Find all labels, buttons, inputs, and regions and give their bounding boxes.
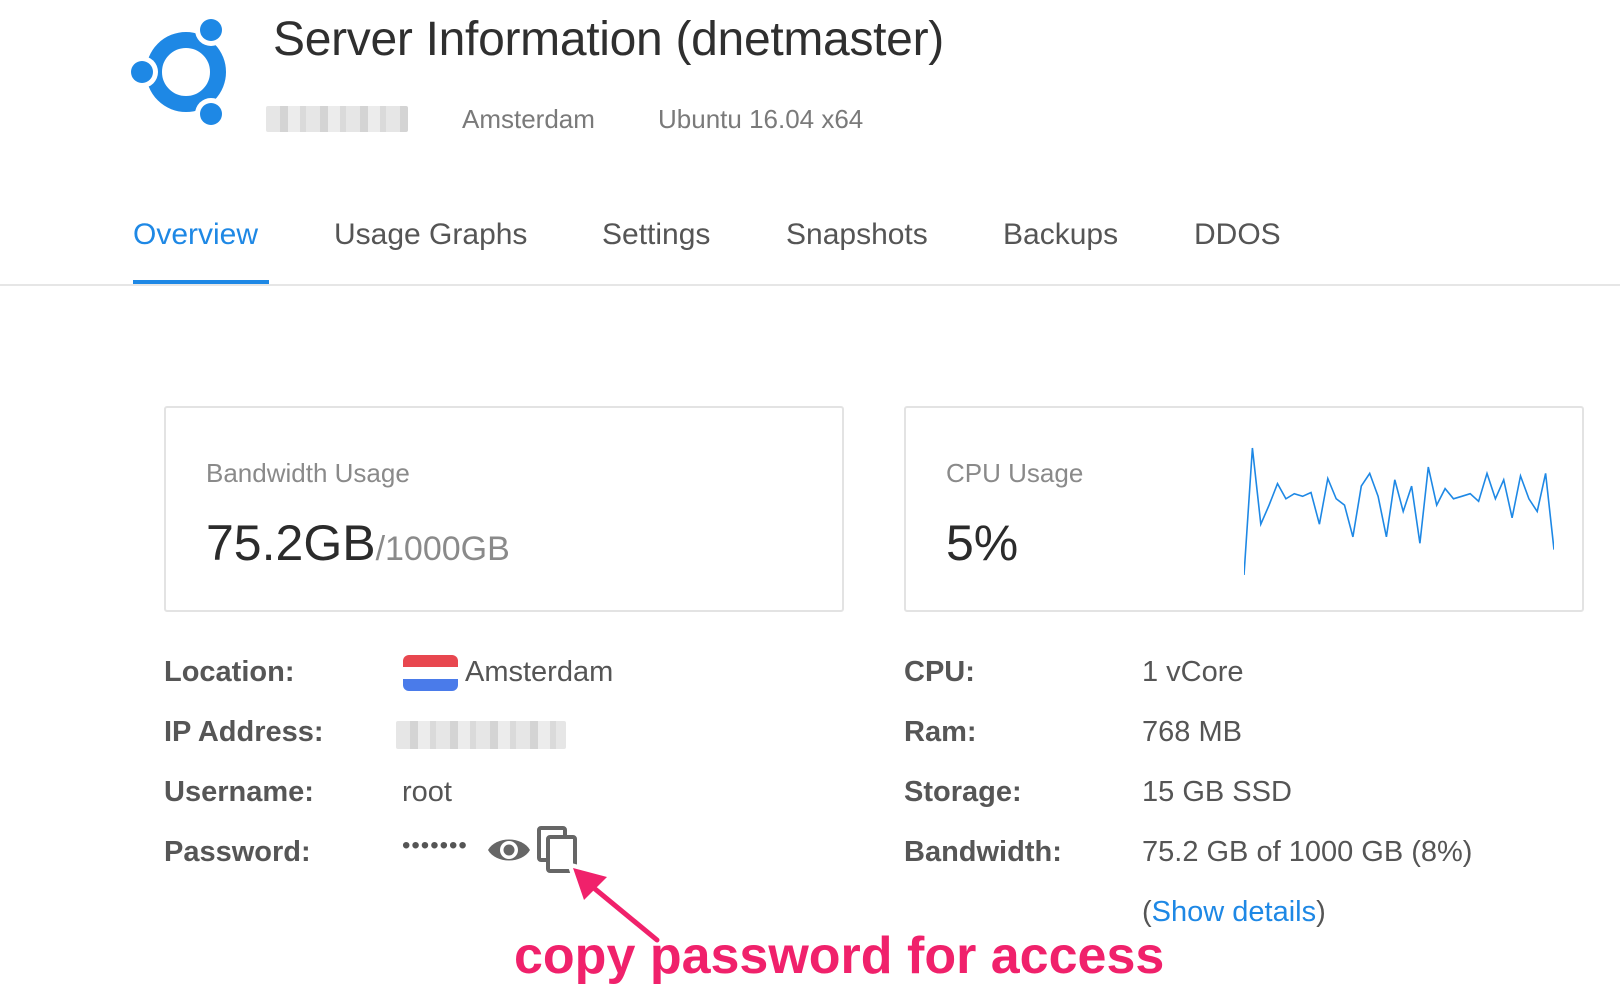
cpu-value: 1 vCore <box>1142 656 1244 688</box>
bandwidth-used: 75.2GB <box>206 515 376 571</box>
cpu-label: CPU: <box>904 656 975 688</box>
server-os: Ubuntu 16.04 x64 <box>658 104 864 134</box>
tab-usage-graphs[interactable]: Usage Graphs <box>334 218 527 252</box>
password-label: Password: <box>164 836 311 868</box>
bandwidth-total: /1000GB <box>375 530 510 568</box>
ram-value: 768 MB <box>1142 716 1242 748</box>
username-value: root <box>402 776 452 808</box>
bandwidth-card-label: Bandwidth Usage <box>206 458 410 488</box>
show-details-link[interactable]: Show details <box>1152 896 1316 928</box>
storage-label: Storage: <box>904 776 1022 808</box>
ubuntu-logo-icon <box>128 16 227 128</box>
tab-bar: Overview Usage Graphs Settings Snapshots… <box>0 200 1620 286</box>
show-password-eye-icon[interactable] <box>486 832 532 868</box>
ram-label: Ram: <box>904 716 977 748</box>
ip-address-label: IP Address: <box>164 716 324 748</box>
active-tab-indicator <box>133 280 269 284</box>
location-value: Amsterdam <box>465 656 614 688</box>
page-title: Server Information (dnetmaster) <box>273 13 944 66</box>
bandwidth-label: Bandwidth: <box>904 836 1062 868</box>
storage-value: 15 GB SSD <box>1142 776 1292 808</box>
tab-overview[interactable]: Overview <box>133 218 258 252</box>
tab-settings[interactable]: Settings <box>602 218 710 252</box>
tab-snapshots[interactable]: Snapshots <box>786 218 928 252</box>
bandwidth-usage-card: Bandwidth Usage 75.2GB/1000GB <box>164 406 844 612</box>
password-mask: ••••••• <box>402 832 468 859</box>
cpu-sparkline <box>1244 447 1554 576</box>
cpu-usage-card: CPU Usage 5% <box>904 406 1584 612</box>
server-location: Amsterdam <box>462 104 595 134</box>
bandwidth-value: 75.2 GB of 1000 GB (8%) <box>1142 836 1473 868</box>
cpu-sparkline-line <box>1244 447 1554 576</box>
tab-backups[interactable]: Backups <box>1003 218 1118 252</box>
tab-ddos[interactable]: DDOS <box>1194 218 1281 252</box>
location-label: Location: <box>164 656 295 688</box>
bandwidth-card-value: 75.2GB/1000GB <box>206 514 510 572</box>
netherlands-flag-icon <box>403 655 458 691</box>
show-details-wrapper: (Show details) <box>1142 896 1326 928</box>
cpu-card-value: 5% <box>946 515 1019 571</box>
username-label: Username: <box>164 776 314 808</box>
ip-address-redacted <box>396 721 566 749</box>
hostname-redacted <box>266 106 408 132</box>
cpu-card-label: CPU Usage <box>946 458 1084 488</box>
annotation-text: copy password for access <box>514 927 1165 985</box>
